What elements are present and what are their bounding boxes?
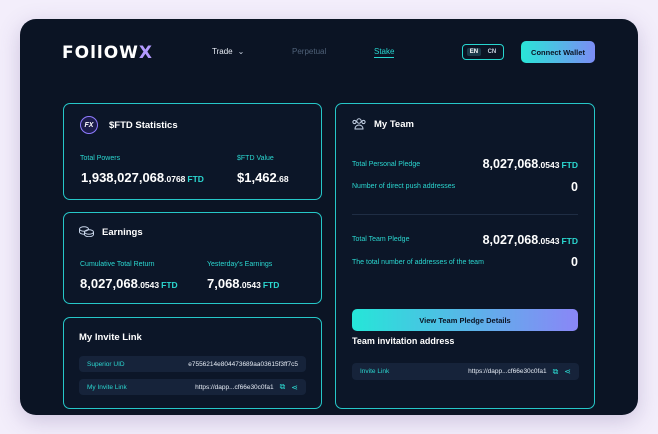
share-icon[interactable]: ⋖: [564, 367, 571, 376]
team-pledge-value: 8,027,068.0543 FTD: [482, 233, 578, 247]
total-powers-value: 1,938,027,068.0768 FTD: [81, 170, 204, 185]
invite-link-card: My Invite Link Superior UID e7556214e804…: [63, 317, 322, 409]
team-addresses-value: 0: [571, 255, 578, 269]
nav-perpetual[interactable]: Perpetual: [292, 47, 326, 56]
ftd-statistics-card: FX $FTD Statistics Total Powers 1,938,02…: [63, 103, 322, 200]
yesterday-earnings-label: Yesterday's Earnings: [207, 261, 273, 268]
cumulative-return-label: Cumulative Total Return: [80, 261, 155, 268]
card-title: My Invite Link: [79, 332, 142, 343]
nav-stake[interactable]: Stake: [374, 47, 395, 58]
yesterday-earnings-value: 7,068.0543 FTD: [207, 276, 280, 291]
team-invite-link-label: Invite Link: [360, 368, 390, 375]
connect-wallet-button[interactable]: Connect Wallet: [521, 41, 595, 63]
my-team-card: My Team Total Personal Pledge 8,027,068.…: [335, 103, 595, 409]
coins-icon: [79, 225, 94, 240]
lang-en[interactable]: EN: [466, 48, 482, 56]
divider: [352, 214, 578, 215]
team-pledge-label: Total Team Pledge: [352, 236, 410, 243]
team-addresses-label: The total number of addresses of the tea…: [352, 259, 484, 266]
invite-link-label: My Invite Link: [87, 383, 127, 391]
card-title: Earnings: [102, 227, 143, 238]
copy-icon[interactable]: ⧉: [553, 367, 559, 377]
invite-link-value: https://dapp...cf66e30c0fa1: [195, 383, 274, 391]
ftd-value-label: $FTD Value: [237, 155, 274, 162]
earnings-card: Earnings Cumulative Total Return 8,027,0…: [63, 212, 322, 304]
card-title: My Team: [374, 119, 414, 130]
team-invite-link-value: https://dapp...cf66e30c0fa1: [468, 368, 547, 375]
language-toggle[interactable]: EN CN: [462, 44, 504, 60]
fx-logo-icon: FX: [80, 116, 98, 134]
view-team-pledge-details-button[interactable]: View Team Pledge Details: [352, 309, 578, 331]
superior-uid-label: Superior UID: [87, 360, 125, 368]
ftd-value: $1,462.68: [237, 170, 289, 185]
direct-push-value: 0: [571, 180, 578, 194]
team-invite-link-row: Invite Link https://dapp...cf66e30c0fa1 …: [352, 363, 579, 380]
share-icon[interactable]: ⋖: [291, 383, 298, 392]
chevron-down-icon: ⌄: [237, 47, 245, 56]
nav-trade[interactable]: Trade ⌄: [212, 47, 244, 56]
cumulative-return-value: 8,027,068.0543 FTD: [80, 276, 178, 291]
personal-pledge-label: Total Personal Pledge: [352, 161, 421, 168]
superior-uid-row: Superior UID e7556214e804473689aa03615f3…: [79, 356, 306, 372]
superior-uid-value: e7556214e804473689aa03615f3ff7c5: [188, 360, 298, 368]
total-powers-label: Total Powers: [80, 155, 121, 162]
invite-link-row: My Invite Link https://dapp...cf66e30c0f…: [79, 379, 306, 395]
logo[interactable]: FOllOWX: [62, 43, 153, 63]
team-icon: [352, 117, 366, 133]
team-invitation-title: Team invitation address: [352, 336, 455, 346]
app-window: FOllOWX Trade ⌄ Perpetual Stake EN CN Con…: [20, 19, 638, 415]
personal-pledge-value: 8,027,068.0543 FTD: [482, 157, 578, 171]
copy-icon[interactable]: ⧉: [280, 382, 286, 392]
lang-cn[interactable]: CN: [485, 48, 500, 56]
card-title: $FTD Statistics: [109, 120, 178, 131]
direct-push-label: Number of direct push addresses: [352, 183, 456, 190]
